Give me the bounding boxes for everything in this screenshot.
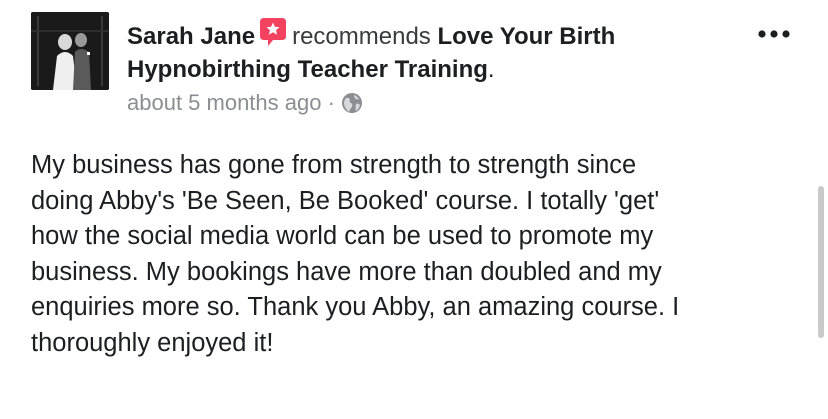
review-card: Sarah Jane recommends Love Your Birth Hy… (0, 0, 828, 419)
star-speech-bubble-icon (258, 16, 288, 48)
post-meta: about 5 months ago · (127, 88, 363, 118)
recommends-text: recommends (292, 23, 431, 50)
meta-separator: · (327, 90, 335, 115)
post-header: Sarah Jane recommends Love Your Birth Hy… (127, 16, 727, 86)
avatar-photo (31, 12, 109, 90)
author-name-link[interactable]: Sarah Jane (127, 23, 255, 50)
globe-icon[interactable] (341, 92, 363, 114)
timestamp-link[interactable]: about 5 months ago (127, 90, 321, 115)
scrollbar-thumb[interactable] (818, 186, 824, 338)
author-avatar[interactable] (31, 12, 109, 90)
more-options-icon[interactable] (756, 22, 792, 46)
header-period: . (487, 56, 495, 83)
review-text: My business has gone from strength to st… (31, 151, 680, 357)
